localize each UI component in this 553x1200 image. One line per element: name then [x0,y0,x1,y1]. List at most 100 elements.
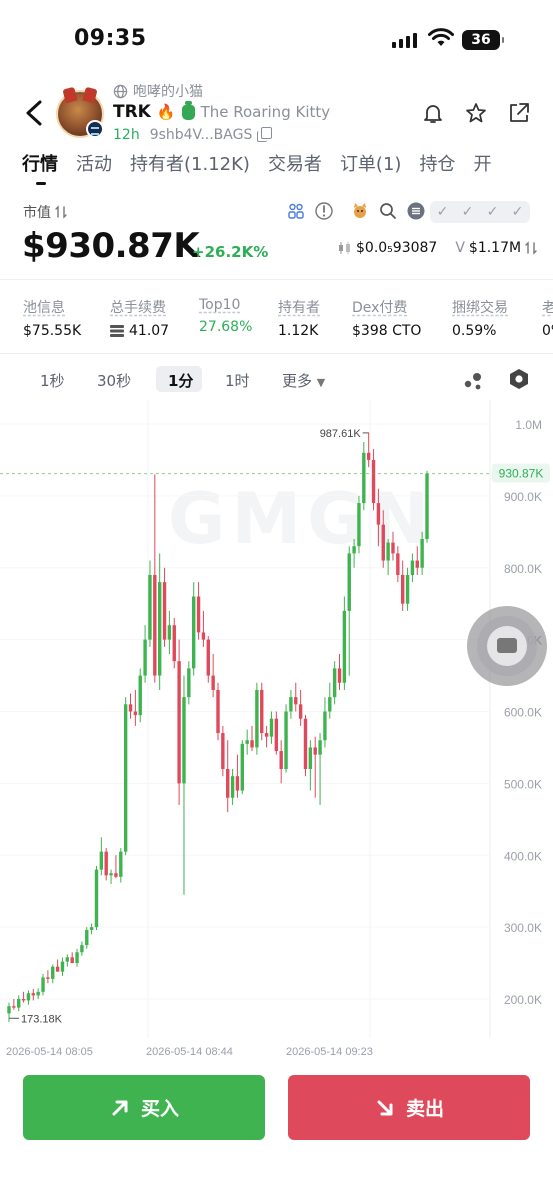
menu-circle-icon[interactable] [406,201,426,221]
arrow-up-right-icon [112,1100,128,1115]
candle-body [245,740,249,744]
candle-body [148,574,152,640]
candle-body [255,689,259,748]
timeframe-30s[interactable]: 30秒 [97,370,131,391]
tab-holders[interactable]: 持有者(1.12K) [130,150,250,176]
contract-address[interactable]: 9shb4V...BAGS [150,127,272,143]
timeframe-1m[interactable]: 1分 [168,370,193,391]
x-tick-label: 2026-05-14 09:23 [286,1046,373,1058]
swap-vertical-icon[interactable] [525,241,537,255]
token-meta: 12h 9shb4V...BAGS [113,127,272,143]
stat-value-text: 41.07 [129,323,170,339]
floating-wallet-button[interactable] [467,606,547,686]
timeframe-1h[interactable]: 1时 [225,370,250,391]
candle-body [366,452,371,460]
creator-nickname[interactable]: 咆哮的小猫 [113,81,203,101]
nickname-text: 咆哮的小猫 [133,84,203,100]
sell-button[interactable]: 卖出 [288,1075,530,1140]
tab-more[interactable]: 开 [473,150,491,176]
main-tabs: 行情 活动 持有者(1.12K) 交易者 订单(1) 持仓 开 [22,150,491,185]
caret-down-icon: ▼ [316,376,326,389]
candle-body [80,945,84,953]
price-group[interactable]: $0.0₅93087 [338,240,437,256]
candle-body [391,542,395,554]
candle-body [376,503,381,525]
stat-total-fees[interactable]: 总手续费 41.07 [110,297,199,339]
stat-value: 1.12K [278,323,319,339]
cat-mascot-icon[interactable] [350,201,370,221]
candle-body [99,851,104,870]
back-icon[interactable] [20,98,48,128]
candle-body [405,574,410,604]
candle-body [216,689,220,734]
stat-dex-paid[interactable]: Dex付费 $398 CTO [352,297,452,339]
tab-activity[interactable]: 活动 [76,150,112,176]
stat-value: 0% [542,323,553,339]
stat-value: 0.59% [452,323,497,339]
indicators-icon[interactable] [461,368,485,392]
stat-holders[interactable]: 持有者 1.12K [278,297,352,339]
candle-body [289,697,293,712]
warning-circle-icon[interactable] [314,201,334,221]
price-chart[interactable]: 1.0M900.0K800.0K700.0K600.0K500.0K400.0K… [0,400,553,1060]
volume-group[interactable]: V $1.17M [455,240,537,256]
candle-body [342,610,347,683]
candle-icon [339,242,350,254]
candle-body [177,661,181,784]
candle-body [46,977,50,979]
candle-body [362,452,366,504]
candle-body [420,539,424,568]
candle-body [328,697,332,712]
y-tick-label: 900.0K [504,490,542,504]
settings-hex-icon[interactable] [507,367,531,391]
stat-pool[interactable]: 池信息 $75.55K [23,297,110,339]
candle-body [303,718,308,769]
stat-bundle[interactable]: 捆绑交易 0.59% [452,297,542,339]
bell-icon[interactable] [421,101,445,125]
tab-traders[interactable]: 交易者 [268,150,322,176]
candle-body [123,704,128,852]
stat-old[interactable]: 老 0% [542,297,553,339]
search-icon[interactable] [378,201,398,221]
candle-body [41,977,45,992]
stat-top10[interactable]: Top10 27.68% [199,297,278,339]
copy-icon[interactable] [256,127,272,142]
candle-body [347,553,351,611]
tab-positions[interactable]: 持仓 [419,150,455,176]
tab-orders[interactable]: 订单(1) [340,150,402,176]
candle-body [167,625,172,640]
timeframe-more[interactable]: 更多 ▼ [282,370,325,391]
candle-body [308,747,313,769]
candle-body [318,740,322,755]
timeframe-1s[interactable]: 1秒 [40,370,65,391]
low-value-label: 173.18K [21,1013,63,1025]
solana-chain-icon [86,120,104,138]
ticker-row: TRK 🔥 The Roaring Kitty [113,100,330,122]
market-cap-label[interactable]: 市值 [23,202,67,222]
buy-button[interactable]: 买入 [23,1075,265,1140]
wifi-icon [428,28,454,46]
candle-body [332,668,337,698]
token-avatar[interactable] [56,86,104,138]
users-icon[interactable] [286,201,306,221]
check-icon: ✓ [461,204,474,220]
candle-body [157,582,162,676]
candle-body [36,991,40,996]
wallet-icon [497,638,517,653]
candle-body [172,625,176,662]
candle-body [221,733,225,769]
stat-value: 41.07 [110,323,199,339]
tab-market[interactable]: 行情 [22,150,58,185]
candle-body [119,851,123,877]
swap-vertical-icon[interactable] [55,205,67,219]
star-icon[interactable] [464,101,488,125]
price-volume-row: $0.0₅93087 V $1.17M [338,240,537,256]
market-cap-change: +26.2K% [192,243,269,261]
candle-body [114,873,118,877]
candle-body [425,473,429,539]
globe-icon [113,84,128,98]
audit-checks[interactable]: ✓ ✓ ✓ ✓ [430,201,530,223]
stat-label: 总手续费 [110,300,166,316]
candle-body [386,542,390,561]
share-icon[interactable] [507,101,531,125]
